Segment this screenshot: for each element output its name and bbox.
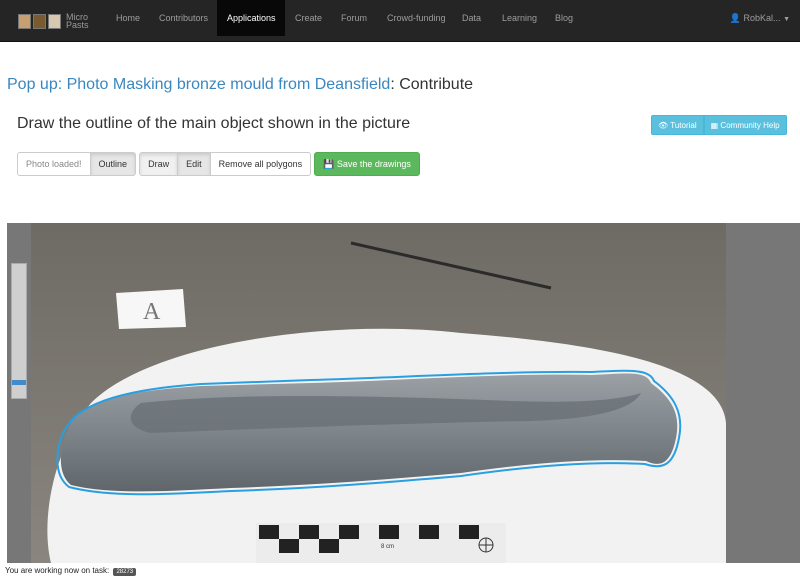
save-drawings-button[interactable]: 💾 Save the drawings: [314, 152, 420, 176]
eye-icon: 👁: [658, 121, 669, 130]
scale-label: 8 cm: [381, 544, 394, 550]
scale-bar: 8 cm: [256, 523, 506, 563]
nav-forum[interactable]: Forum: [331, 0, 377, 36]
task-status-text: You are working now on task:: [5, 566, 110, 575]
drawing-toolbar: Photo loaded! Outline Draw Edit Remove a…: [17, 152, 420, 176]
nav-home[interactable]: Home: [106, 0, 150, 36]
logo-portrait-2: [33, 13, 46, 29]
draw-button[interactable]: Draw: [139, 152, 179, 176]
logo-text: Micro Pasts: [66, 13, 89, 30]
logo-portrait-1: [18, 13, 31, 29]
page-title: Pop up: Photo Masking bronze mould from …: [7, 76, 473, 94]
outline-button[interactable]: Outline: [89, 152, 137, 176]
user-icon: 👤: [729, 13, 741, 23]
nav-contributors[interactable]: Contributors: [149, 0, 218, 36]
zoom-slider-handle[interactable]: [12, 380, 26, 385]
community-help-label: Community Help: [720, 121, 780, 130]
edit-button[interactable]: Edit: [177, 152, 211, 176]
nav-data[interactable]: Data: [452, 0, 491, 36]
page-title-suffix: : Contribute: [390, 76, 474, 93]
card-letter: A: [143, 299, 161, 325]
drawing-canvas[interactable]: A 8 cm: [7, 223, 800, 563]
user-name: RobKal...: [743, 13, 781, 23]
photo-label-card: A: [116, 289, 186, 329]
nav-create[interactable]: Create: [285, 0, 332, 36]
project-link[interactable]: Pop up: Photo Masking bronze mould from …: [7, 76, 390, 93]
tutorial-label: Tutorial: [670, 121, 697, 130]
community-help-button[interactable]: ▦ Community Help: [703, 115, 787, 135]
nav-blog[interactable]: Blog: [545, 0, 583, 36]
zoom-slider[interactable]: [11, 263, 27, 399]
object-photo[interactable]: A 8 cm: [31, 223, 726, 563]
nav-crowd-funding[interactable]: Crowd-funding: [377, 0, 456, 36]
save-drawings-label: Save the drawings: [336, 159, 411, 169]
user-menu[interactable]: 👤 RobKal... ▼: [730, 0, 790, 36]
top-navbar: Micro Pasts Home Contributors Applicatio…: [0, 0, 800, 42]
nav-learning[interactable]: Learning: [492, 0, 547, 36]
help-button-group: 👁 Tutorial ▦ Community Help: [651, 115, 787, 135]
logo-text-bottom: Pasts: [66, 20, 89, 30]
book-icon: ▦: [710, 121, 719, 130]
task-instruction: Draw the outline of the main object show…: [17, 115, 411, 132]
remove-all-polygons-button[interactable]: Remove all polygons: [209, 152, 312, 176]
caret-down-icon: ▼: [783, 16, 790, 23]
micropasts-logo[interactable]: Micro Pasts: [18, 6, 89, 36]
logo-portrait-3: [48, 13, 61, 29]
tutorial-button[interactable]: 👁 Tutorial: [651, 115, 704, 135]
nav-applications[interactable]: Applications: [217, 0, 285, 36]
floppy-disk-icon: 💾: [323, 159, 335, 169]
task-status: You are working now on task: 28273: [5, 566, 137, 576]
task-id-badge: 28273: [113, 568, 137, 576]
photo-loaded-status: Photo loaded!: [17, 152, 91, 176]
